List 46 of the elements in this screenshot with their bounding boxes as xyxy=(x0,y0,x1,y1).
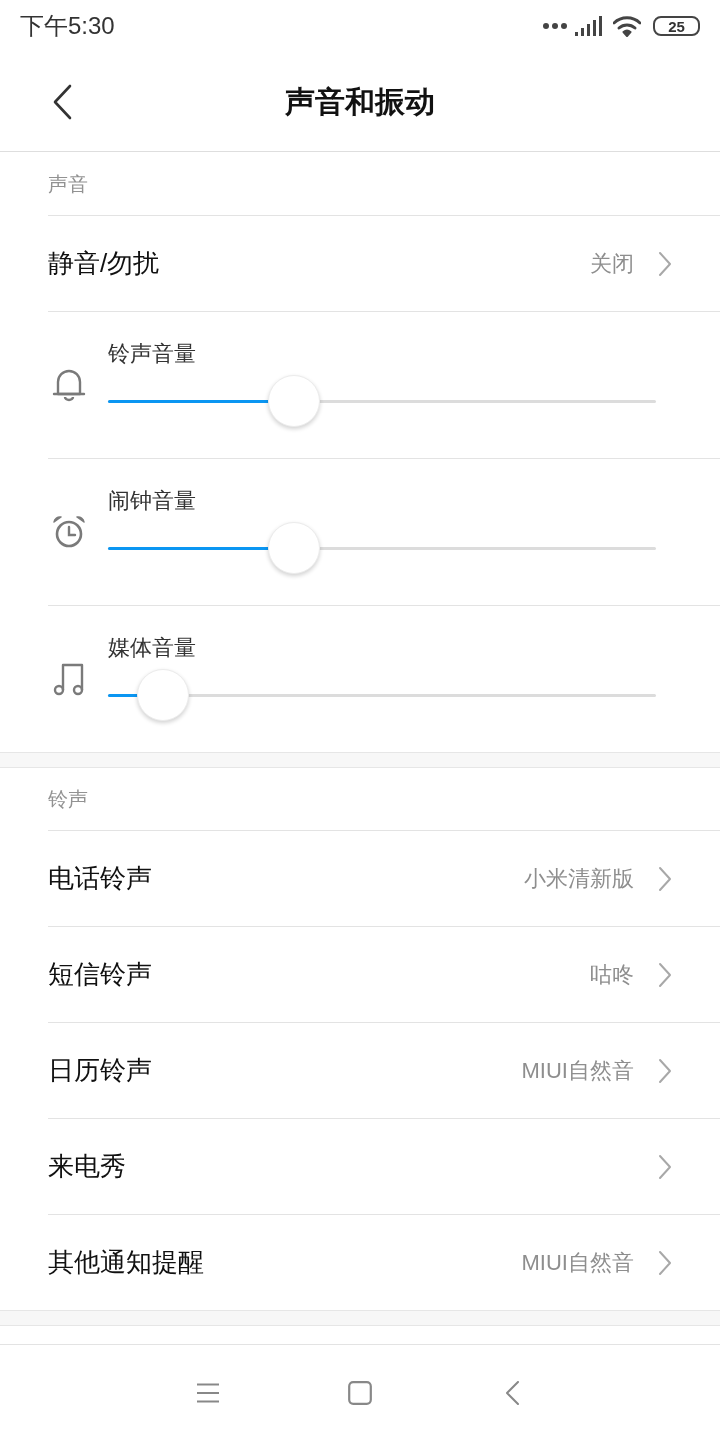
settings-row[interactable]: 日历铃声 MIUI自然音 xyxy=(48,1022,720,1118)
page-title: 声音和振动 xyxy=(285,84,435,120)
music-note-icon xyxy=(52,662,86,696)
chevron-right-icon xyxy=(658,250,672,277)
row-label: 日历铃声 xyxy=(48,1054,153,1087)
chevron-right-icon xyxy=(658,1153,672,1180)
row-label: 来电秀 xyxy=(48,1150,127,1183)
status-time: 下午5:30 xyxy=(20,11,116,41)
menu-icon xyxy=(196,1382,220,1403)
section-header: 声音 xyxy=(48,171,88,197)
slider-thumb[interactable] xyxy=(268,522,321,574)
slider-thumb[interactable] xyxy=(136,669,189,721)
chevron-right-icon xyxy=(658,961,672,988)
bell-icon xyxy=(52,368,86,402)
row-value: 咕咚 xyxy=(590,961,634,989)
alarm-clock-icon xyxy=(52,515,86,549)
slider-label: 媒体音量 xyxy=(108,634,197,662)
dots-icon xyxy=(543,23,567,29)
settings-row[interactable]: 短信铃声 咕咚 xyxy=(48,926,720,1022)
row-value: 关闭 xyxy=(590,250,634,278)
row-value: MIUI自然音 xyxy=(521,1057,634,1085)
home-icon xyxy=(348,1380,372,1405)
row-label: 短信铃声 xyxy=(48,958,153,991)
volume-slider[interactable] xyxy=(108,669,656,721)
slider-label: 闹钟音量 xyxy=(108,487,197,515)
chevron-right-icon xyxy=(658,1057,672,1084)
slider-thumb[interactable] xyxy=(268,375,321,427)
back-icon xyxy=(52,84,72,120)
settings-row[interactable]: 静音/勿扰 关闭 xyxy=(48,215,720,311)
signal-icon xyxy=(575,16,603,36)
settings-row[interactable]: 来电秀 xyxy=(48,1118,720,1214)
chevron-right-icon xyxy=(658,865,672,892)
chevron-right-icon xyxy=(658,1249,672,1276)
back-icon xyxy=(505,1380,519,1405)
row-label: 电话铃声 xyxy=(48,862,153,895)
volume-slider[interactable] xyxy=(108,375,656,427)
volume-slider[interactable] xyxy=(108,522,656,574)
row-value: MIUI自然音 xyxy=(521,1249,634,1277)
row-label: 其他通知提醒 xyxy=(48,1246,205,1279)
settings-row[interactable]: 电话铃声 小米清新版 xyxy=(48,830,720,926)
section-header: 铃声 xyxy=(48,787,88,812)
slider-label: 铃声音量 xyxy=(108,340,197,368)
row-label: 静音/勿扰 xyxy=(48,247,161,280)
battery-level: 25 xyxy=(653,16,700,36)
wifi-icon xyxy=(613,15,641,37)
row-value: 小米清新版 xyxy=(524,865,634,893)
